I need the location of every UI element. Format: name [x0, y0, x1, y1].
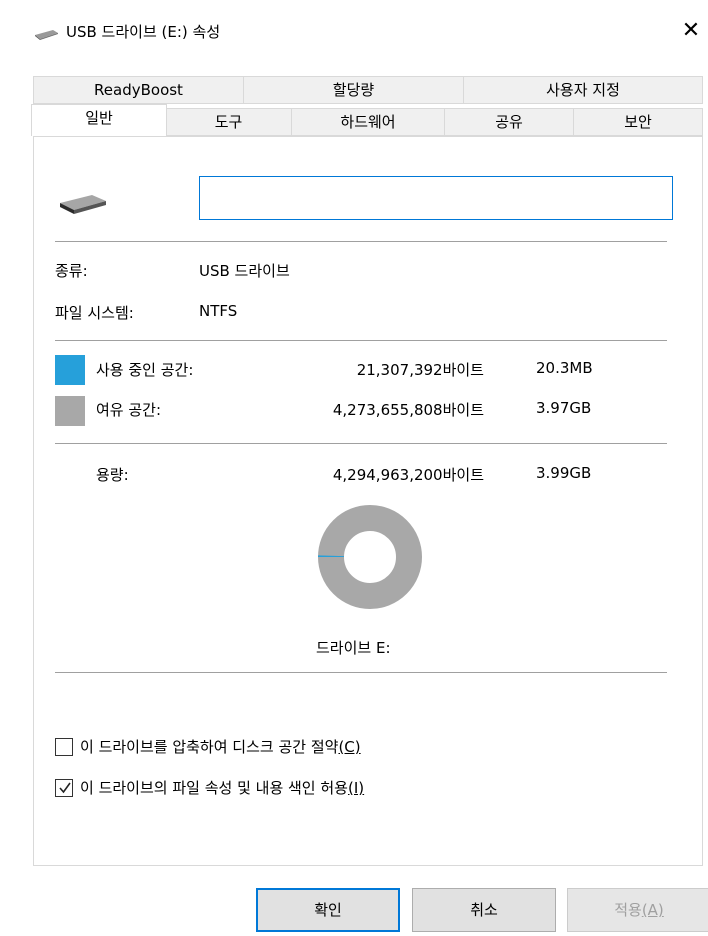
free-space-ring — [318, 505, 422, 609]
tab-hardware[interactable]: 하드웨어 — [291, 108, 445, 136]
ok-button[interactable]: 확인 — [256, 888, 400, 932]
separator — [55, 340, 667, 341]
compress-label: 이 드라이브를 압축하여 디스크 공간 절약(C) — [80, 738, 361, 756]
cancel-button[interactable]: 취소 — [412, 888, 556, 932]
tab-security[interactable]: 보안 — [573, 108, 703, 136]
used-space-swatch — [55, 355, 85, 385]
tab-readyboost[interactable]: ReadyBoost — [33, 76, 244, 104]
capacity-bytes: 4,294,963,200바이트 — [332, 466, 484, 484]
tab-label: 할당량 — [332, 81, 375, 99]
tab-label: 도구 — [214, 113, 243, 131]
capacity-label: 용량: — [96, 466, 129, 484]
separator — [55, 443, 667, 444]
type-label: 종류: — [55, 262, 88, 280]
separator — [55, 672, 667, 673]
capacity-size: 3.99GB — [536, 464, 592, 482]
checkmark-icon — [59, 782, 71, 794]
drive-icon — [60, 195, 106, 214]
tab-tools[interactable]: 도구 — [165, 108, 292, 136]
tab-general[interactable]: 일반 — [31, 104, 167, 136]
index-checkbox[interactable] — [55, 779, 73, 797]
capacity-donut — [317, 505, 422, 609]
free-space-label: 여유 공간: — [96, 401, 162, 419]
close-icon: ✕ — [681, 18, 701, 43]
title-bar: USB 드라이브 (E:) 속성 ✕ — [0, 0, 708, 60]
free-space-size: 3.97GB — [536, 399, 592, 417]
window-title: USB 드라이브 (E:) 속성 — [66, 23, 221, 41]
type-value: USB 드라이브 — [199, 262, 290, 280]
usb-drive-icon — [35, 30, 58, 40]
apply-accesskey: (A) — [641, 901, 664, 919]
tab-label: 하드웨어 — [340, 113, 396, 131]
used-space-bytes: 21,307,392바이트 — [356, 361, 484, 379]
free-space-bytes: 4,273,655,808바이트 — [332, 401, 484, 419]
tab-label: 일반 — [85, 109, 113, 127]
compress-checkbox[interactable] — [55, 738, 73, 756]
tab-sharing[interactable]: 공유 — [444, 108, 574, 136]
filesystem-label: 파일 시스템: — [55, 304, 134, 322]
separator — [55, 241, 667, 242]
tab-label: 공유 — [495, 113, 523, 131]
free-space-swatch — [55, 396, 85, 426]
tab-customize[interactable]: 사용자 지정 — [463, 76, 703, 104]
index-accesskey: (I) — [347, 779, 365, 797]
used-space-size: 20.3MB — [536, 359, 593, 377]
tab-quota[interactable]: 할당량 — [243, 76, 464, 104]
close-button[interactable]: ✕ — [674, 14, 708, 48]
apply-button[interactable]: 적용(A) — [567, 888, 708, 932]
tab-label: 사용자 지정 — [546, 81, 620, 99]
used-space-label: 사용 중인 공간: — [96, 361, 194, 379]
tab-label: ReadyBoost — [94, 81, 183, 99]
index-label: 이 드라이브의 파일 속성 및 내용 색인 허용(I) — [80, 779, 365, 797]
compress-accesskey: (C) — [338, 738, 361, 756]
drive-name-input[interactable] — [199, 176, 673, 220]
filesystem-value: NTFS — [199, 302, 238, 320]
drive-caption: 드라이브 E: — [316, 639, 391, 657]
tab-label: 보안 — [624, 113, 652, 131]
